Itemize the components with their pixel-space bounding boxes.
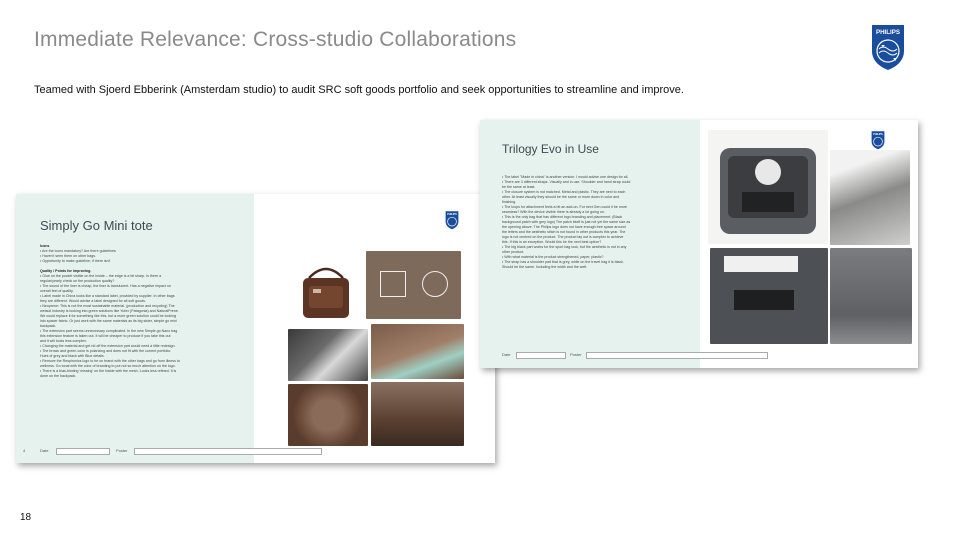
slide-bullets: Icons • Are the icons mandatory? Are the… (40, 244, 245, 379)
bullet-line: Should be the same. Including the width … (502, 265, 588, 269)
poster-field (586, 352, 768, 359)
philips-shield-icon: PHILIPS (871, 131, 885, 150)
trilogy-bag-photo (708, 130, 828, 244)
zipper-photo (371, 382, 464, 446)
philips-shield-icon: PHILIPS (872, 25, 904, 70)
mini-logo-wordmark: PHILIPS (447, 213, 457, 216)
green-lining-photo (371, 324, 464, 379)
slide-title: Simply Go Mini tote (40, 218, 153, 233)
poster-field (134, 448, 322, 455)
slide-bullets: • The label "Made in china" is another v… (502, 175, 692, 270)
page-subtitle: Teamed with Sjoerd Ebberink (Amsterdam s… (34, 84, 684, 96)
slide-title: Trilogy Evo in Use (502, 142, 599, 156)
logo-wordmark: PHILIPS (876, 29, 900, 36)
slide-page-number: 4 (23, 448, 26, 453)
footer-poster-label: Poster (116, 448, 128, 453)
bullet-line: done on the backpack. (40, 374, 77, 378)
interior-label-photo (288, 329, 368, 381)
footer-date-label: Date (40, 448, 49, 453)
date-field (516, 352, 566, 359)
mesh-photo (288, 384, 368, 446)
page-number: 18 (20, 512, 32, 523)
icon-label-photo (366, 251, 461, 319)
slide-thumbnail-simply-go[interactable]: Simply Go Mini tote PHILIPS Icons • Are … (16, 194, 495, 463)
logo-patch-photo (710, 248, 828, 344)
date-field (56, 448, 110, 455)
footer-poster-label: Poster (570, 352, 582, 357)
philips-shield-icon: PHILIPS (445, 211, 459, 230)
side-fabric-photo (830, 248, 912, 344)
slide-thumbnail-trilogy-evo[interactable]: Trilogy Evo in Use PHILIPS • The label "… (480, 120, 918, 368)
mini-logo-wordmark: PHILIPS (873, 133, 883, 136)
footer-date-label: Date (502, 352, 511, 357)
tote-bag-photo (291, 256, 361, 326)
page-title: Immediate Relevance: Cross-studio Collab… (34, 28, 517, 51)
strap-buckle-photo (830, 150, 910, 245)
